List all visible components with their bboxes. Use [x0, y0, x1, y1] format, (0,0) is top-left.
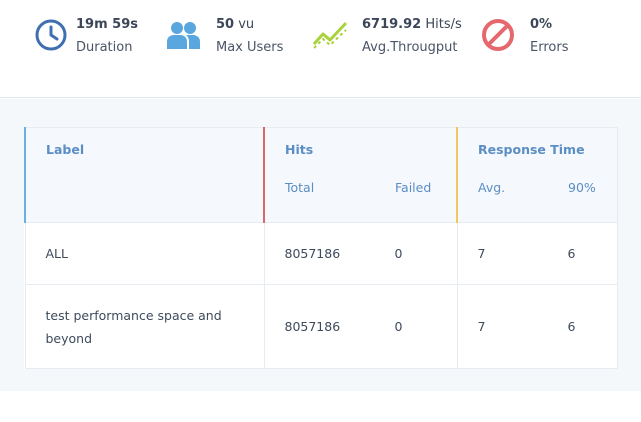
row-response-time: 7 6: [456, 222, 618, 285]
row-hits-total: 8057186: [284, 246, 341, 261]
table-header-row: Label Hits Total Failed Response Time Av…: [24, 127, 618, 223]
throughput-unit: Hits/s: [425, 17, 462, 32]
summary-stats-bar: 19m 59s Duration 50 vu Max Users 6719.92…: [0, 0, 641, 98]
table-row: test performance space and beyond 805718…: [24, 284, 618, 369]
header-response-time-text: Response Time: [478, 142, 585, 157]
max-users-value: 50: [216, 17, 235, 32]
header-hits-failed[interactable]: Failed: [395, 180, 431, 195]
max-users-label: Max Users: [216, 40, 284, 55]
row-label: test performance space and beyond: [24, 284, 265, 369]
users-icon: [167, 22, 200, 49]
errors-value: 0%: [530, 17, 553, 32]
header-hits-total[interactable]: Total: [285, 180, 395, 195]
table-row: ALL 8057186 0 7 6: [24, 222, 618, 285]
header-rt-p90[interactable]: 90%: [568, 180, 596, 195]
row-hits: 8057186 0: [263, 284, 458, 369]
row-hits-failed: 0: [394, 319, 403, 334]
header-hits-text: Hits: [285, 142, 314, 157]
clock-icon: [35, 19, 67, 51]
statistics-table: Label Hits Total Failed Response Time Av…: [24, 127, 618, 369]
row-rt-avg: 7: [477, 319, 486, 334]
row-rt-p90: 6: [567, 246, 576, 261]
duration-label: Duration: [76, 40, 133, 55]
row-hits-failed: 0: [394, 246, 403, 261]
duration-value: 19m 59s: [76, 17, 138, 32]
no-entry-icon: [482, 19, 514, 51]
report-panel: Label Hits Total Failed Response Time Av…: [0, 99, 641, 391]
errors-label: Errors: [530, 40, 569, 55]
row-hits-total: 8057186: [284, 319, 341, 334]
row-label: ALL: [24, 222, 265, 285]
max-users-unit: vu: [238, 17, 255, 32]
header-response-time: Response Time Avg. 90%: [456, 127, 618, 223]
header-label-text: Label: [46, 142, 85, 157]
row-rt-p90: 6: [567, 319, 576, 334]
throughput-value: 6719.92: [362, 17, 422, 32]
row-response-time: 7 6: [456, 284, 618, 369]
header-hits: Hits Total Failed: [263, 127, 458, 223]
row-rt-avg: 7: [477, 246, 486, 261]
header-label[interactable]: Label: [24, 127, 265, 223]
header-rt-avg[interactable]: Avg.: [478, 180, 568, 195]
throughput-label: Avg.Througput: [362, 40, 458, 55]
row-hits: 8057186 0: [263, 222, 458, 285]
throughput-chart-icon: [313, 21, 347, 49]
